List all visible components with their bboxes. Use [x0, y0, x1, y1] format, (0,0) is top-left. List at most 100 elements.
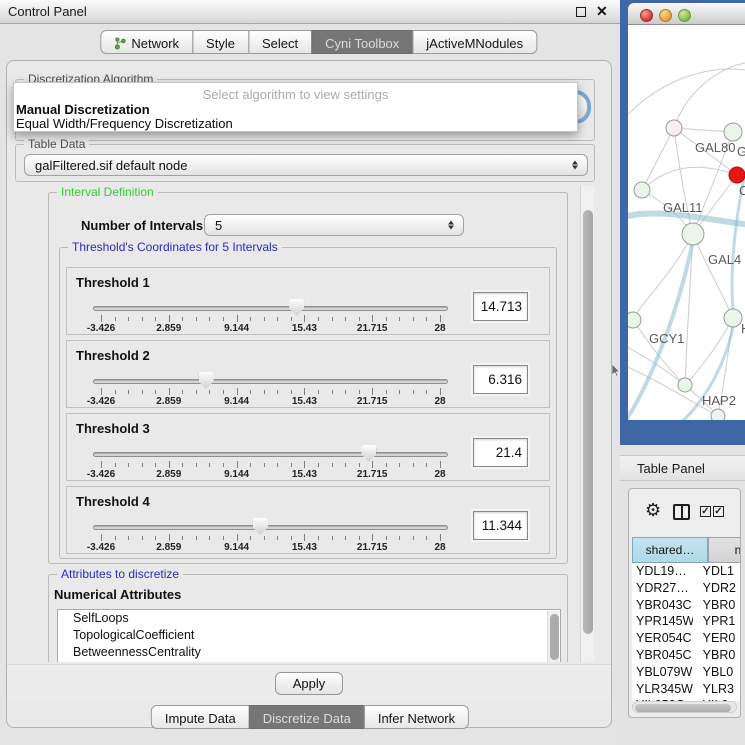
threshold-slider-thumb[interactable]	[361, 445, 376, 462]
number-of-intervals-value: 5	[215, 218, 222, 233]
table-data-selected-value: galFiltered.sif default node	[35, 158, 187, 173]
tab-infer-network[interactable]: Infer Network	[364, 705, 469, 729]
table-cell: YBR0	[693, 597, 741, 614]
table-row[interactable]: YBR045CYBR0	[632, 647, 741, 664]
tab-cyni-toolbox[interactable]: Cyni Toolbox	[311, 30, 413, 54]
table-column-header-0[interactable]: shared…	[632, 537, 708, 563]
tab-jactivemnodules[interactable]: jActiveMNodules	[412, 30, 537, 54]
gear-icon[interactable]: ⚙	[645, 502, 661, 520]
algorithm-popup-placeholder: Select algorithm to view settings	[14, 87, 577, 102]
table-panel-titlebar: Table Panel	[620, 455, 745, 481]
number-of-intervals-combobox[interactable]: 5	[204, 214, 464, 236]
apply-strip: Apply	[7, 664, 611, 701]
threshold-label: Threshold 2	[76, 348, 150, 363]
network-node-green[interactable]	[711, 409, 725, 420]
checkbox-checked-icon[interactable]: ✓	[713, 506, 724, 517]
threshold-value-field[interactable]: 11.344	[473, 511, 528, 540]
network-node-label: GAL11	[663, 200, 703, 215]
table-cell: YLR345W	[632, 681, 693, 698]
network-node-label: GAL80	[695, 140, 735, 155]
combo-stepper-icon	[448, 221, 454, 230]
table-row[interactable]: YBL079WYBL0	[632, 664, 741, 681]
network-node-green[interactable]	[628, 312, 641, 328]
network-node-green[interactable]	[682, 223, 704, 245]
checkbox-checked-icon[interactable]: ✓	[700, 506, 711, 517]
network-node-pink[interactable]	[666, 120, 682, 136]
numerical-attributes-label: Numerical Attributes	[54, 587, 181, 602]
network-canvas[interactable]: GAL80GACGAL11GAL4GCY1HHAP2	[628, 25, 745, 420]
network-node-red[interactable]	[729, 167, 745, 183]
threshold-slider-track[interactable]	[93, 525, 448, 530]
tab-style[interactable]: Style	[192, 30, 249, 54]
attribute-list-item[interactable]: BetweennessCentrality	[58, 644, 560, 661]
table-cell: YBR0	[693, 647, 741, 664]
threshold-label: Threshold 1	[76, 275, 150, 290]
thresholds-group-title: Threshold's Coordinates for 5 Intervals	[68, 240, 282, 254]
table-row[interactable]: YDR27…YDR2	[632, 580, 741, 597]
table-row[interactable]: YER054CYER0	[632, 630, 741, 647]
threshold-slider-track[interactable]	[93, 379, 448, 384]
network-node-green[interactable]	[634, 182, 650, 198]
attributes-list-scrollbar[interactable]	[547, 611, 559, 662]
network-node-green[interactable]	[678, 378, 692, 392]
threshold-slider-track[interactable]	[93, 306, 448, 311]
table-panel: ⚙ ✓ ✓ shared…n YDL19…YDL1YDR27…YDR2YBR04…	[628, 488, 741, 718]
threshold-slider-track[interactable]	[93, 452, 448, 457]
tab-label: Cyni Toolbox	[325, 36, 399, 51]
threshold-slider-thumb[interactable]	[289, 299, 304, 316]
close-icon[interactable]: ✕	[596, 3, 608, 20]
threshold-box-threshold-1: Threshold 1-3.4262.8599.14415.4321.71528…	[66, 267, 550, 335]
table-data-combobox[interactable]: galFiltered.sif default node	[24, 154, 588, 176]
zoom-traffic-light-icon[interactable]	[678, 9, 691, 22]
network-edge	[674, 63, 745, 128]
network-node-label: C	[739, 183, 745, 198]
network-view-window: GAL80GACGAL11GAL4GCY1HHAP2	[620, 0, 745, 445]
close-traffic-light-icon[interactable]	[640, 9, 653, 22]
split-column-icon[interactable]	[673, 504, 690, 520]
algorithm-option-equal-width-frequency-discretization[interactable]: Equal Width/Frequency Discretization	[16, 116, 233, 131]
table-row[interactable]: YPR145WYPR1	[632, 613, 741, 630]
network-window-titlebar	[628, 3, 745, 25]
network-node-green[interactable]	[724, 309, 742, 327]
table-cell: YDL19…	[632, 563, 693, 580]
table-column-header-1[interactable]: n	[708, 537, 741, 563]
threshold-box-threshold-4: Threshold 4-3.4262.8599.14415.4321.71528…	[66, 486, 550, 554]
tab-impute-data[interactable]: Impute Data	[151, 705, 250, 729]
network-icon	[114, 37, 126, 50]
table-header-row: shared…n	[632, 537, 741, 563]
interval-definition-title: Interval Definition	[57, 186, 158, 199]
attribute-list-item[interactable]: SelfLoops	[58, 610, 560, 627]
apply-button[interactable]: Apply	[275, 672, 343, 695]
table-cell: YPR1	[693, 613, 741, 630]
threshold-value-field[interactable]: 14.713	[473, 292, 528, 321]
network-node-label: GCY1	[649, 331, 684, 346]
numerical-attributes-list[interactable]: SelfLoopsTopologicalCoefficientBetweenne…	[57, 609, 561, 662]
threshold-value-field[interactable]: 21.4	[473, 438, 528, 467]
attribute-list-item[interactable]: TopologicalCoefficient	[58, 627, 560, 644]
interval-definition-group: Interval Definition Number of Intervals …	[48, 192, 568, 564]
threshold-value-field[interactable]: 6.316	[473, 365, 528, 394]
slider-tick-labels: -3.4262.8599.14415.4321.71528	[101, 469, 440, 480]
slider-tick-labels: -3.4262.8599.14415.4321.71528	[101, 542, 440, 553]
table-row[interactable]: YLR345WYLR3	[632, 681, 741, 698]
settings-scroll-area: Interval Definition Number of Intervals …	[14, 186, 580, 662]
table-row[interactable]: YDL19…YDL1	[632, 563, 741, 580]
settings-vertical-scrollbar[interactable]	[580, 186, 594, 662]
algorithm-option-manual-discretization[interactable]: Manual Discretization	[16, 102, 150, 117]
table-cell: YBR043C	[632, 597, 693, 614]
network-node-green[interactable]	[724, 123, 742, 141]
tab-network[interactable]: Network	[100, 30, 193, 54]
minimize-traffic-light-icon[interactable]	[659, 9, 672, 22]
network-node-label: H	[741, 321, 745, 336]
tab-select[interactable]: Select	[248, 30, 312, 54]
threshold-slider-thumb[interactable]	[199, 372, 214, 389]
table-row[interactable]: YBR043CYBR0	[632, 597, 741, 614]
thresholds-group: Threshold's Coordinates for 5 Intervals …	[59, 247, 557, 559]
attributes-group-title: Attributes to discretize	[57, 567, 183, 581]
table-cell: YDL1	[693, 563, 741, 580]
float-window-icon[interactable]	[576, 7, 586, 17]
threshold-slider-thumb[interactable]	[253, 518, 268, 535]
table-cell: YDR27…	[632, 580, 693, 597]
tab-discretize-data[interactable]: Discretize Data	[249, 705, 365, 729]
table-horizontal-scrollbar[interactable]	[632, 701, 737, 713]
